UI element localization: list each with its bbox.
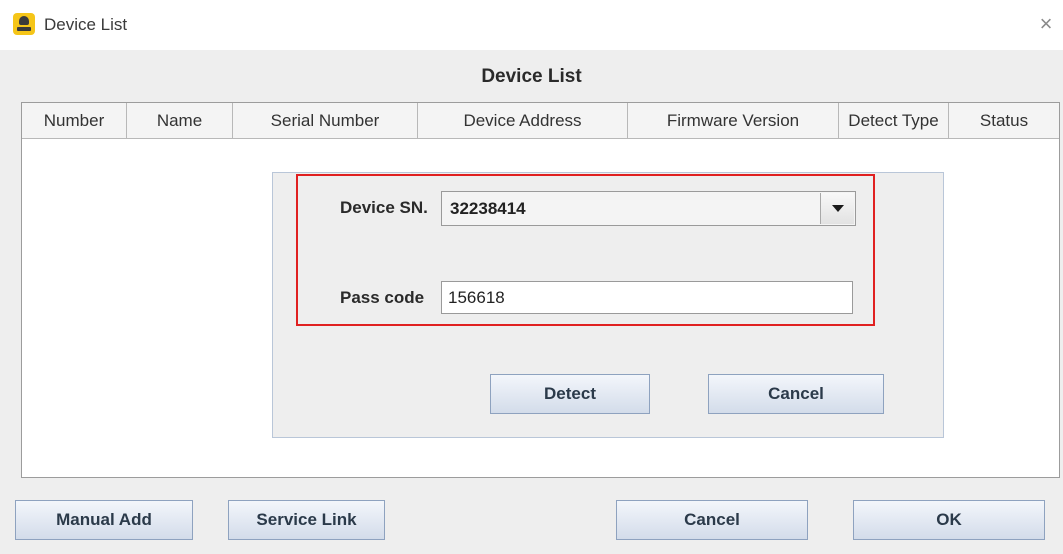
- detect-button[interactable]: Detect: [490, 374, 650, 414]
- window-title: Device List: [44, 15, 128, 34]
- service-link-button[interactable]: Service Link: [228, 500, 385, 540]
- pass-code-input[interactable]: [441, 281, 853, 314]
- device-list-heading: Device List: [481, 66, 582, 87]
- cancel-button[interactable]: Cancel: [616, 500, 808, 540]
- column-header-status[interactable]: Status: [949, 103, 1059, 139]
- column-header-number[interactable]: Number: [22, 103, 127, 139]
- pass-code-label: Pass code: [340, 288, 425, 307]
- device-sn-label: Device SN.: [340, 198, 428, 217]
- table-header: Number Name Serial Number Device Address…: [22, 103, 1059, 139]
- device-sn-value: 32238414: [450, 199, 526, 218]
- ok-button[interactable]: OK: [853, 500, 1045, 540]
- column-header-name[interactable]: Name: [127, 103, 233, 139]
- app-logo-icon: [13, 13, 35, 35]
- column-header-detect-type[interactable]: Detect Type: [839, 103, 949, 139]
- title-bar: Device List ×: [0, 0, 1063, 50]
- column-header-device-address[interactable]: Device Address: [418, 103, 628, 139]
- popup-cancel-button[interactable]: Cancel: [708, 374, 884, 414]
- chevron-down-icon[interactable]: [820, 193, 854, 224]
- column-header-firmware-version[interactable]: Firmware Version: [628, 103, 839, 139]
- device-sn-dropdown[interactable]: 32238414: [441, 191, 856, 226]
- close-icon[interactable]: ×: [1036, 13, 1056, 35]
- manual-add-button[interactable]: Manual Add: [15, 500, 193, 540]
- column-header-serial-number[interactable]: Serial Number: [233, 103, 418, 139]
